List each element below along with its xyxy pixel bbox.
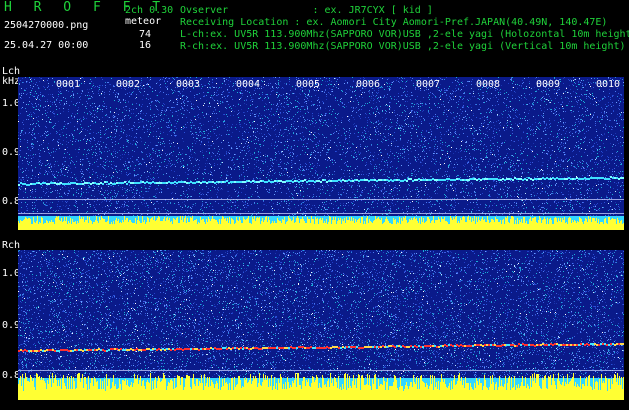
minute-label-0004: 0004 (236, 79, 260, 90)
rch-reference-line (18, 370, 624, 371)
count-r: 16 (139, 40, 151, 52)
filename-label: 2504270000.png (4, 20, 88, 32)
minute-label-0002: 0002 (116, 79, 140, 90)
location-line: Receiving Location : ex. Aomori City Aom… (180, 17, 607, 29)
lch-spectrogram-canvas (18, 77, 624, 230)
minute-label-0009: 0009 (536, 79, 560, 90)
lch-spectrogram (18, 77, 624, 230)
timestamp-label: 25.04.27 00:00 (4, 40, 88, 52)
rch-info-line: R-ch:ex. UV5R 113.900Mhz(SAPPORO VOR)USB… (180, 41, 626, 53)
minute-label-0005: 0005 (296, 79, 320, 90)
lch-reference-line-2 (18, 213, 624, 214)
lch-reference-line (18, 199, 624, 200)
minute-label-0001: 0001 (56, 79, 80, 90)
minute-label-0003: 0003 (176, 79, 200, 90)
minute-label-0008: 0008 (476, 79, 500, 90)
minute-label-0007: 0007 (416, 79, 440, 90)
minute-label-0010: 0010 (596, 79, 620, 90)
minute-label-0006: 0006 (356, 79, 380, 90)
lch-info-line: L-ch:ex. UV5R 113.900Mhz(SAPPORO VOR)USB… (180, 29, 629, 41)
rch-spectrogram-canvas (18, 250, 624, 400)
observer-line: Ovserver : ex. JR7CYX [ kid ] (180, 5, 433, 17)
rch-spectrogram (18, 250, 624, 400)
kind-label: meteor (125, 16, 161, 28)
